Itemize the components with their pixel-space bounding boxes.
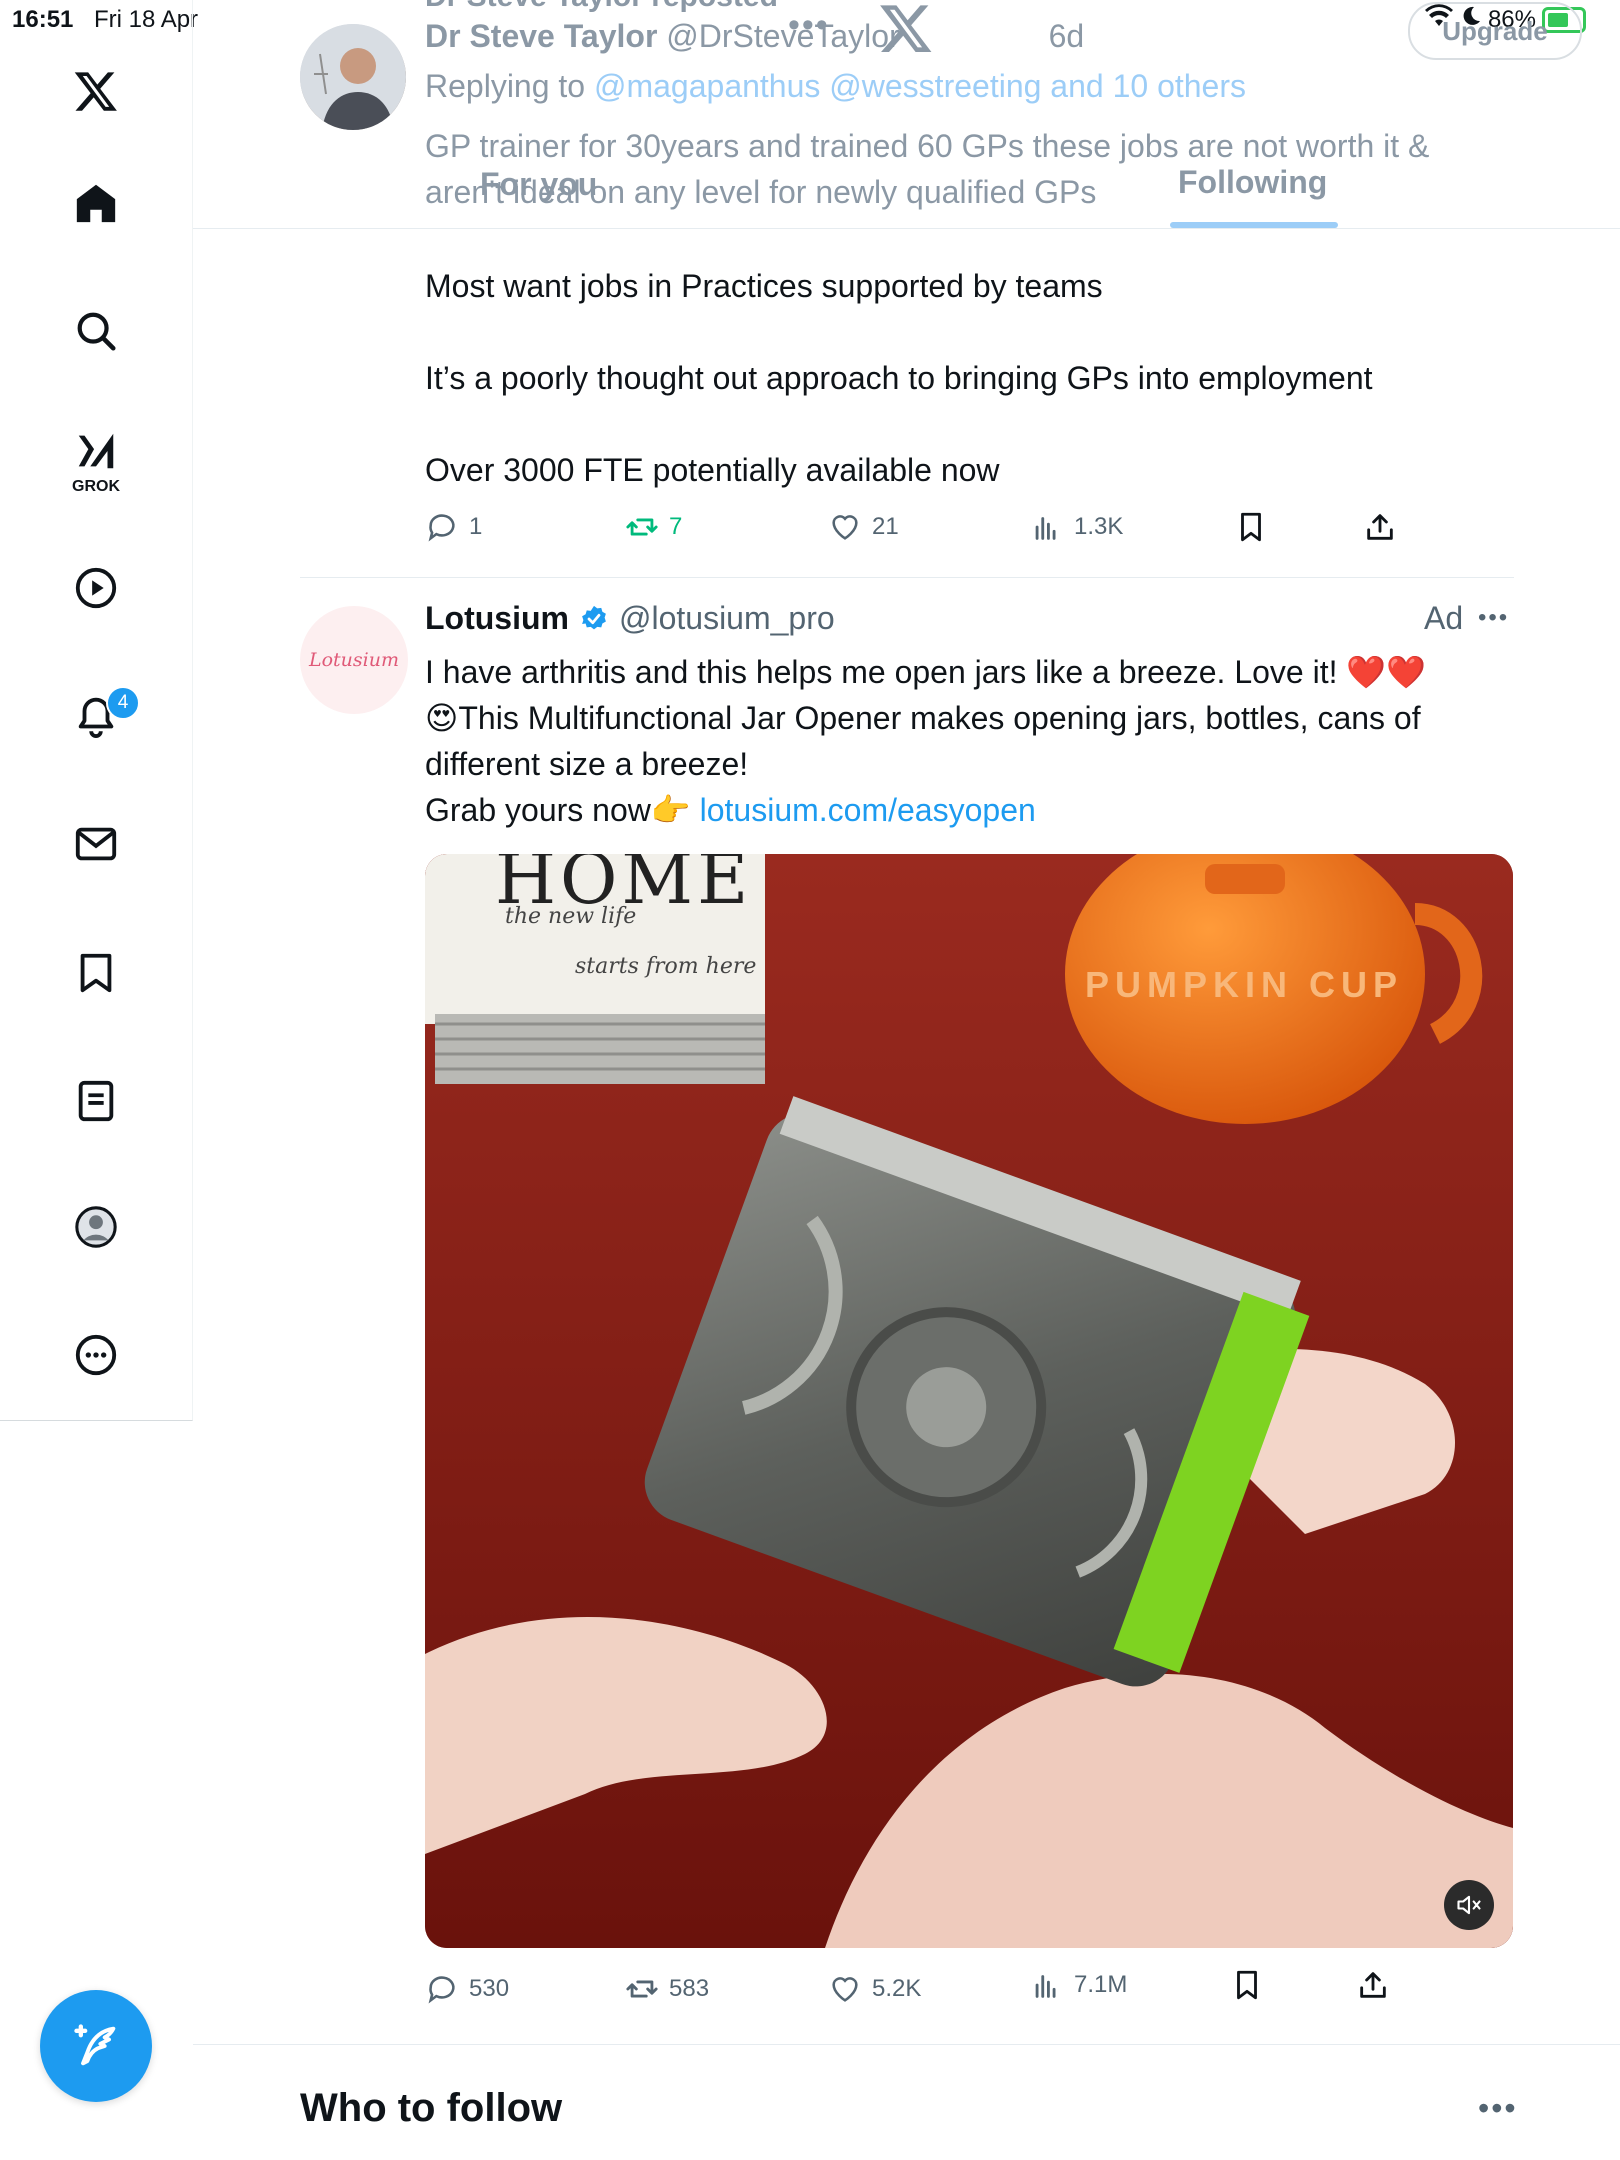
ad-link[interactable]: lotusium.com/easyopen bbox=[700, 792, 1036, 828]
repost-icon bbox=[626, 518, 658, 536]
views-icon bbox=[1035, 517, 1056, 540]
notifications-badge: 4 bbox=[106, 686, 140, 720]
ad-reply-count: 530 bbox=[469, 1975, 510, 2002]
ad-handle[interactable]: @lotusium_pro bbox=[619, 600, 835, 637]
upgrade-button[interactable]: Upgrade bbox=[1408, 2, 1582, 60]
ad-line1: I have arthritis and this helps me open … bbox=[425, 654, 1427, 690]
search-icon[interactable] bbox=[71, 306, 121, 356]
compose-button[interactable] bbox=[40, 1990, 152, 2102]
tweet1-repost-button[interactable]: 7 bbox=[625, 510, 682, 544]
ad-like-count: 5.2K bbox=[872, 1975, 922, 2002]
heart-icon bbox=[832, 515, 858, 540]
tweet1-reply-button[interactable]: 1 bbox=[425, 510, 482, 544]
views-icon bbox=[1035, 1975, 1056, 1998]
ad-line4: Grab yours now👉 bbox=[425, 792, 691, 828]
mug-label: PUMPKIN CUP bbox=[1085, 964, 1404, 1005]
ad-view-count: 7.1M bbox=[1074, 1971, 1128, 1998]
tweet1-repost-count: 7 bbox=[669, 513, 683, 540]
tweet1-para3: Over 3000 FTE potentially available now bbox=[425, 452, 1000, 488]
ad-share-button[interactable] bbox=[1356, 1968, 1390, 2002]
ad-like-button[interactable]: 5.2K bbox=[828, 1972, 921, 2006]
replying-to-users[interactable]: @magapanthus @wesstreeting and 10 others bbox=[594, 68, 1246, 104]
who-to-follow-more-icon[interactable]: ••• bbox=[1478, 2090, 1518, 2127]
tweet1-views-button[interactable]: 1.3K bbox=[1030, 510, 1123, 544]
ad-line4-wrap: Grab yours now👉 lotusium.com/easyopen bbox=[425, 788, 1036, 832]
active-tab-indicator bbox=[1170, 222, 1338, 228]
tab-following[interactable]: Following bbox=[1178, 164, 1327, 201]
section-divider bbox=[193, 2044, 1620, 2045]
tweet1-time[interactable]: 6d bbox=[1049, 18, 1085, 54]
more-icon[interactable] bbox=[71, 1330, 121, 1380]
x-logo-icon[interactable] bbox=[71, 66, 121, 116]
mute-button[interactable] bbox=[1444, 1880, 1494, 1930]
tab-for-you[interactable]: For you bbox=[480, 166, 597, 203]
bookmark-icon bbox=[1237, 1970, 1257, 2000]
home-icon[interactable] bbox=[71, 178, 121, 228]
verified-badge-icon bbox=[582, 605, 606, 629]
replying-to-prefix: Replying to bbox=[425, 68, 586, 104]
tweet1-line1: GP trainer for 30years and trained 60 GP… bbox=[425, 128, 1430, 164]
ad-video-frame bbox=[425, 854, 1513, 1948]
grok-label: GROK bbox=[72, 478, 120, 495]
share-icon bbox=[1367, 514, 1393, 540]
heart-icon bbox=[832, 1977, 858, 2002]
lotusium-logo-text: Lotusium bbox=[308, 649, 399, 671]
tweet-divider bbox=[300, 577, 1514, 578]
tweet1-bookmark-button[interactable] bbox=[1234, 510, 1268, 544]
repost-icon bbox=[626, 1980, 658, 1998]
tweet1-header: Dr Steve Taylor @DrSteveTaylor 6d bbox=[425, 18, 1084, 55]
reply-icon bbox=[428, 1976, 455, 2004]
ad-line2: 😍This Multifunctional Jar Opener makes o… bbox=[425, 700, 1421, 736]
compose-feather-icon bbox=[74, 2024, 116, 2066]
ad-more-icon[interactable]: ••• bbox=[1478, 604, 1509, 632]
messages-icon[interactable] bbox=[71, 819, 121, 869]
tweet1-like-button[interactable]: 21 bbox=[828, 510, 899, 544]
muted-speaker-icon bbox=[1457, 1895, 1481, 1915]
tweet1-like-count: 21 bbox=[872, 513, 899, 540]
avatar-steve-taylor[interactable] bbox=[300, 24, 406, 130]
ad-video[interactable]: HOME the new life starts from here PUMPK… bbox=[425, 854, 1513, 1948]
tweet1-reply-count: 1 bbox=[469, 513, 483, 540]
share-icon bbox=[1360, 1972, 1386, 1998]
repost-line: Dr Steve Taylor reposted bbox=[425, 0, 778, 14]
jar-sub1: the new life bbox=[505, 904, 637, 929]
tweet1-view-count: 1.3K bbox=[1074, 513, 1124, 540]
tweet1-para2: It’s a poorly thought out approach to br… bbox=[425, 360, 1373, 396]
tweet1-handle[interactable]: @DrSteveTaylor bbox=[666, 18, 899, 54]
ad-repost-button[interactable]: 583 bbox=[625, 1972, 709, 2006]
tweet1-para1: Most want jobs in Practices supported by… bbox=[425, 268, 1103, 304]
bookmark-icon bbox=[1241, 512, 1261, 542]
tweet1-replying: Replying to @magapanthus @wesstreeting a… bbox=[425, 68, 1246, 105]
reply-icon bbox=[428, 514, 455, 542]
who-to-follow-title: Who to follow bbox=[300, 2086, 563, 2130]
profile-icon[interactable] bbox=[71, 1202, 121, 1252]
ad-reply-button[interactable]: 530 bbox=[425, 1972, 509, 2006]
lists-icon[interactable] bbox=[71, 1076, 121, 1126]
video-icon[interactable] bbox=[71, 563, 121, 613]
ad-bookmark-button[interactable] bbox=[1230, 1968, 1264, 2002]
ad-author[interactable]: Lotusium bbox=[425, 600, 569, 637]
ad-views-button[interactable]: 7.1M bbox=[1030, 1968, 1127, 2002]
tweet1-author[interactable]: Dr Steve Taylor bbox=[425, 18, 657, 54]
lotusium-avatar[interactable]: Lotusium bbox=[300, 606, 408, 714]
bookmarks-icon[interactable] bbox=[71, 948, 121, 998]
grok-icon[interactable] bbox=[71, 426, 121, 476]
jar-sub2: starts from here bbox=[575, 954, 757, 979]
ad-line3: different size a breeze! bbox=[425, 746, 749, 782]
ad-repost-count: 583 bbox=[669, 1975, 710, 2002]
tweet1-share-button[interactable] bbox=[1363, 510, 1397, 544]
ad-header: Lotusium @lotusium_pro bbox=[425, 600, 835, 637]
ad-label: Ad bbox=[1424, 600, 1464, 636]
